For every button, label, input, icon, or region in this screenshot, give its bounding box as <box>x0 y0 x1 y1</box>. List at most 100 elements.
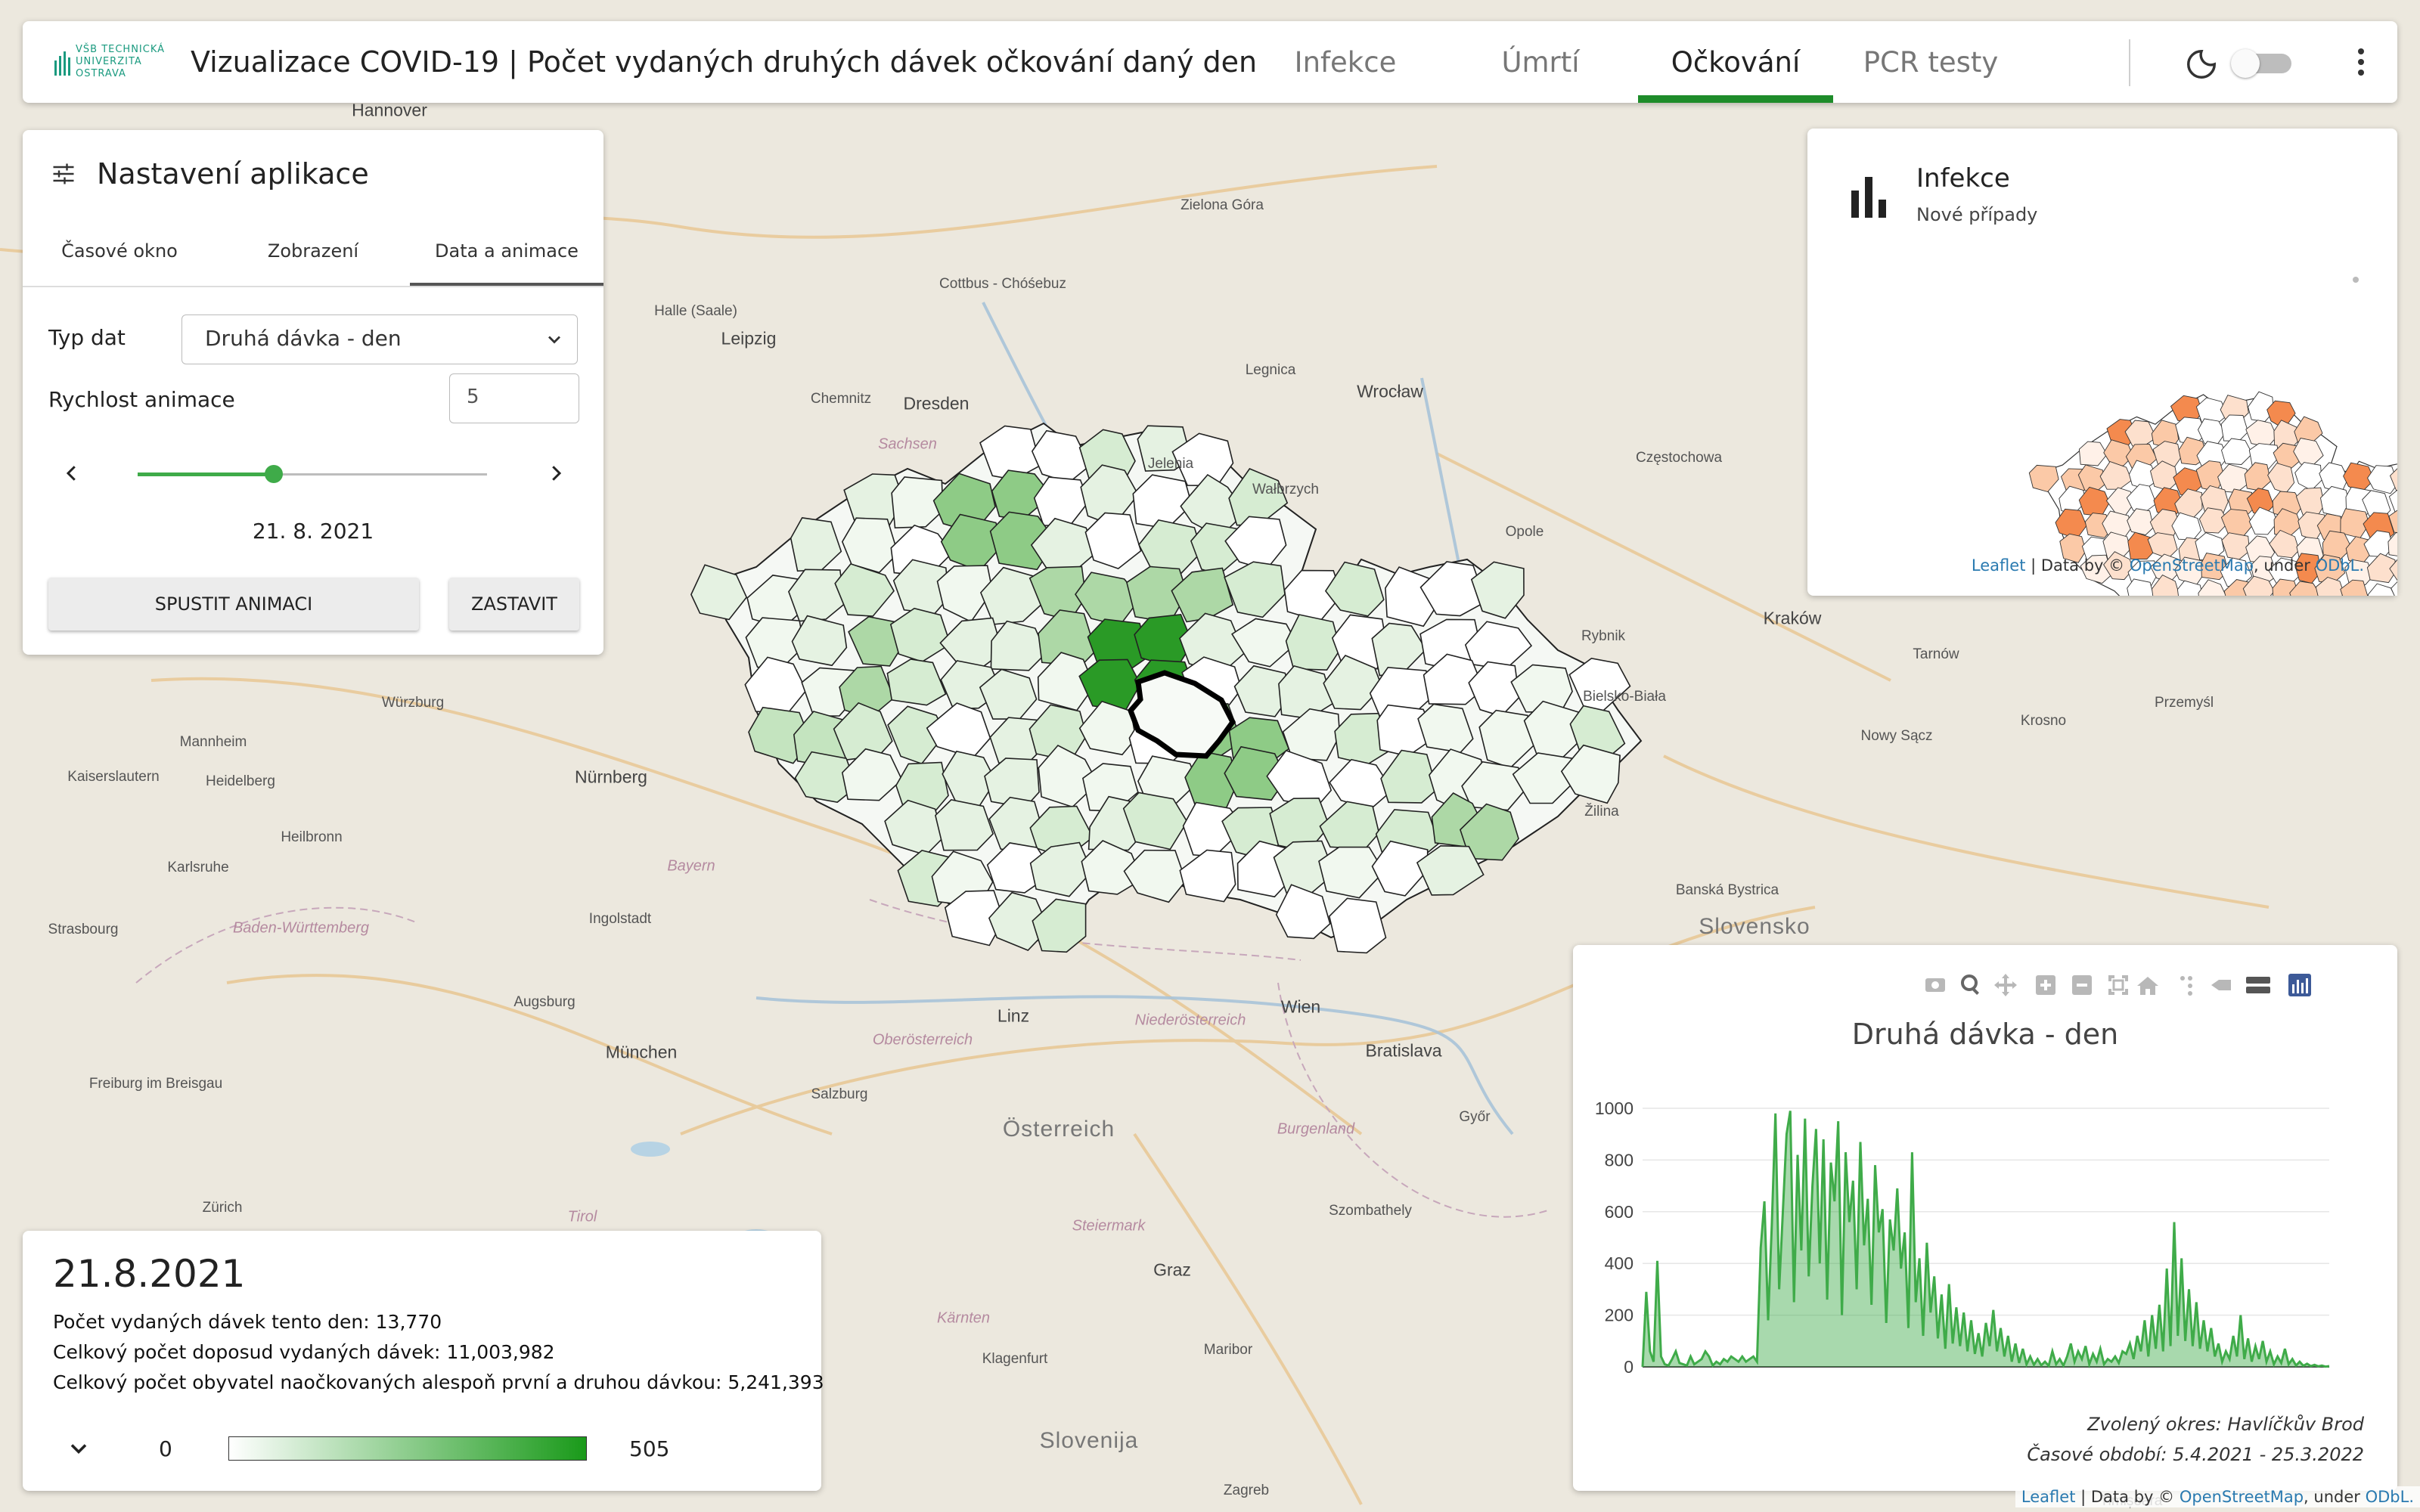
map-label: Slovenija <box>1039 1428 1139 1453</box>
vsb-logo[interactable]: VŠB TECHNICKÁ UNIVERZITA OSTRAVA <box>53 44 166 80</box>
map-label: Oberösterreich <box>872 1031 973 1049</box>
title-separator: | <box>508 45 518 79</box>
date-slider-thumb[interactable] <box>265 465 283 483</box>
map-label: Wien <box>1280 996 1321 1017</box>
info-value: 11,003,982 <box>446 1341 555 1363</box>
map-label: Klagenfurt <box>982 1351 1048 1367</box>
legend-max: 505 <box>629 1436 670 1461</box>
osm-link[interactable]: OpenStreetMap <box>2130 556 2254 575</box>
leaflet-link[interactable]: Leaflet <box>1972 556 2026 575</box>
chevron-down-icon <box>548 336 560 344</box>
map-label: Österreich <box>1002 1117 1115 1142</box>
logo-line-1: VŠB TECHNICKÁ <box>76 44 166 55</box>
map-label: Nürnberg <box>575 767 647 787</box>
infekce-minimap[interactable] <box>1807 129 2397 596</box>
tab-pcr-testy[interactable]: PCR testy <box>1833 21 2028 103</box>
map-label: Maribor <box>1203 1342 1253 1358</box>
stop-animation-button[interactable]: ZASTAVIT <box>449 578 579 631</box>
tab-data-a-animace[interactable]: Data a animace <box>410 236 603 287</box>
date-slider-fill <box>138 472 274 476</box>
page-subtitle: Počet vydaných druhých dávek očkování da… <box>527 45 1258 79</box>
map-label: Tirol <box>567 1208 597 1225</box>
main-nav: Infekce Úmrtí Očkování PCR testy <box>1248 21 2028 103</box>
selected-district-text: Zvolený okres: Havlíčkův Brod <box>2087 1414 2364 1435</box>
y-tick-label: 800 <box>1605 1150 1634 1170</box>
map-label: Freiburg im Breisgau <box>88 1076 223 1092</box>
y-tick-label: 400 <box>1605 1253 1634 1273</box>
speed-label: Rychlost animace <box>48 387 235 412</box>
info-label: Celkový počet obyvatel naočkovaných ales… <box>53 1371 722 1393</box>
map-label: Zagreb <box>1223 1483 1270 1498</box>
map-label: Nowy Sącz <box>1860 728 1933 744</box>
odbl-link[interactable]: ODbL. <box>2316 556 2364 575</box>
attribution-text: | Data by © <box>2080 1488 2175 1506</box>
map-label: Częstochowa <box>1635 450 1723 466</box>
info-label: Počet vydaných dávek tento den: <box>53 1311 370 1333</box>
start-animation-button[interactable]: SPUSTIT ANIMACI <box>48 578 419 631</box>
map-label: Cottbus - Chóśebuz <box>939 276 1066 292</box>
tab-infekce[interactable]: Infekce <box>1248 21 1443 103</box>
map-label: Karlsruhe <box>167 860 229 875</box>
map-label: Graz <box>1153 1259 1191 1280</box>
chart-plot[interactable]: 0 200 400 600 800 1000 <box>1573 945 2397 1491</box>
tabs-divider <box>23 286 603 287</box>
app-name: Vizualizace COVID-19 <box>191 45 500 79</box>
info-value: 5,241,393 <box>728 1371 824 1393</box>
map-label: Kärnten <box>936 1309 991 1327</box>
chevron-right-icon[interactable] <box>544 458 567 488</box>
logo-line-2: UNIVERZITA <box>76 56 142 67</box>
collapse-chevron-icon[interactable] <box>65 1435 92 1462</box>
chevron-left-icon[interactable] <box>60 458 83 488</box>
map-label: Szombathely <box>1329 1203 1412 1219</box>
tab-umrti[interactable]: Úmrtí <box>1443 21 1638 103</box>
more-vert-icon[interactable] <box>2353 44 2369 82</box>
map-label: Würzburg <box>381 695 445 711</box>
map-label: Kaiserslautern <box>67 769 160 785</box>
page-title: Vizualizace COVID-19 | Počet vydaných dr… <box>191 45 1257 79</box>
series-line[interactable] <box>1641 1111 2330 1369</box>
osm-link[interactable]: OpenStreetMap <box>2180 1488 2304 1506</box>
data-type-label: Typ dat <box>48 325 126 350</box>
map-label: Linz <box>997 1005 1030 1026</box>
info-row-vaccinated: Celkový počet obyvatel naočkovaných ales… <box>53 1371 824 1393</box>
map-label: Strasbourg <box>48 922 119 937</box>
tune-icon <box>53 163 74 184</box>
settings-panel: Nastavení aplikace Časové okno Zobrazení… <box>23 130 603 655</box>
info-row-doses-total: Celkový počet doposud vydaných dávek: 11… <box>53 1341 555 1363</box>
tab-casove-okno[interactable]: Časové okno <box>23 236 216 287</box>
map-label: Heidelberg <box>206 773 275 789</box>
map-label: Sachsen <box>878 435 937 453</box>
y-tick-label: 600 <box>1605 1202 1634 1222</box>
y-tick-label: 0 <box>1624 1357 1634 1377</box>
map-label: Opole <box>1505 524 1544 540</box>
map-label: Halle (Saale) <box>654 303 737 319</box>
odbl-link[interactable]: ODbL. <box>2366 1488 2414 1506</box>
map-label: Žilina <box>1584 804 1619 820</box>
dark-mode-toggle[interactable] <box>2231 49 2291 78</box>
tab-zobrazeni[interactable]: Zobrazení <box>216 236 410 287</box>
speed-input[interactable]: 5 <box>449 373 579 423</box>
tab-ockovani[interactable]: Očkování <box>1638 21 1833 103</box>
map-label: Mannheim <box>179 734 247 750</box>
map-label: Győr <box>1459 1109 1491 1125</box>
map-label: Bayern <box>667 857 715 875</box>
y-tick-label: 1000 <box>1595 1098 1634 1118</box>
map-label: Steiermark <box>1072 1217 1146 1235</box>
map-label: Baden-Württemberg <box>232 919 370 937</box>
slider-date: 21. 8. 2021 <box>252 519 374 544</box>
map-label: Salzburg <box>811 1086 868 1102</box>
map-label: Heilbronn <box>281 829 343 845</box>
data-type-select[interactable]: Druhá dávka - den <box>182 314 578 364</box>
map-label: Slovensko <box>1699 914 1810 939</box>
map-label: Bratislava <box>1365 1040 1442 1061</box>
attribution-text: | Data by © <box>2031 556 2125 575</box>
map-label: Tarnów <box>1913 646 1959 662</box>
data-type-value: Druhá dávka - den <box>205 326 402 351</box>
legend-gradient <box>228 1436 587 1461</box>
chart-panel: Druhá dávka - den 0 200 400 600 800 1000 Zvol… <box>1573 945 2397 1491</box>
map-label: Burgenland <box>1277 1120 1355 1138</box>
info-value: 13,770 <box>375 1311 442 1333</box>
leaflet-link[interactable]: Leaflet <box>2021 1488 2076 1506</box>
attribution-under: , under <box>2304 1488 2360 1506</box>
map-label: Rybnik <box>1581 628 1626 644</box>
